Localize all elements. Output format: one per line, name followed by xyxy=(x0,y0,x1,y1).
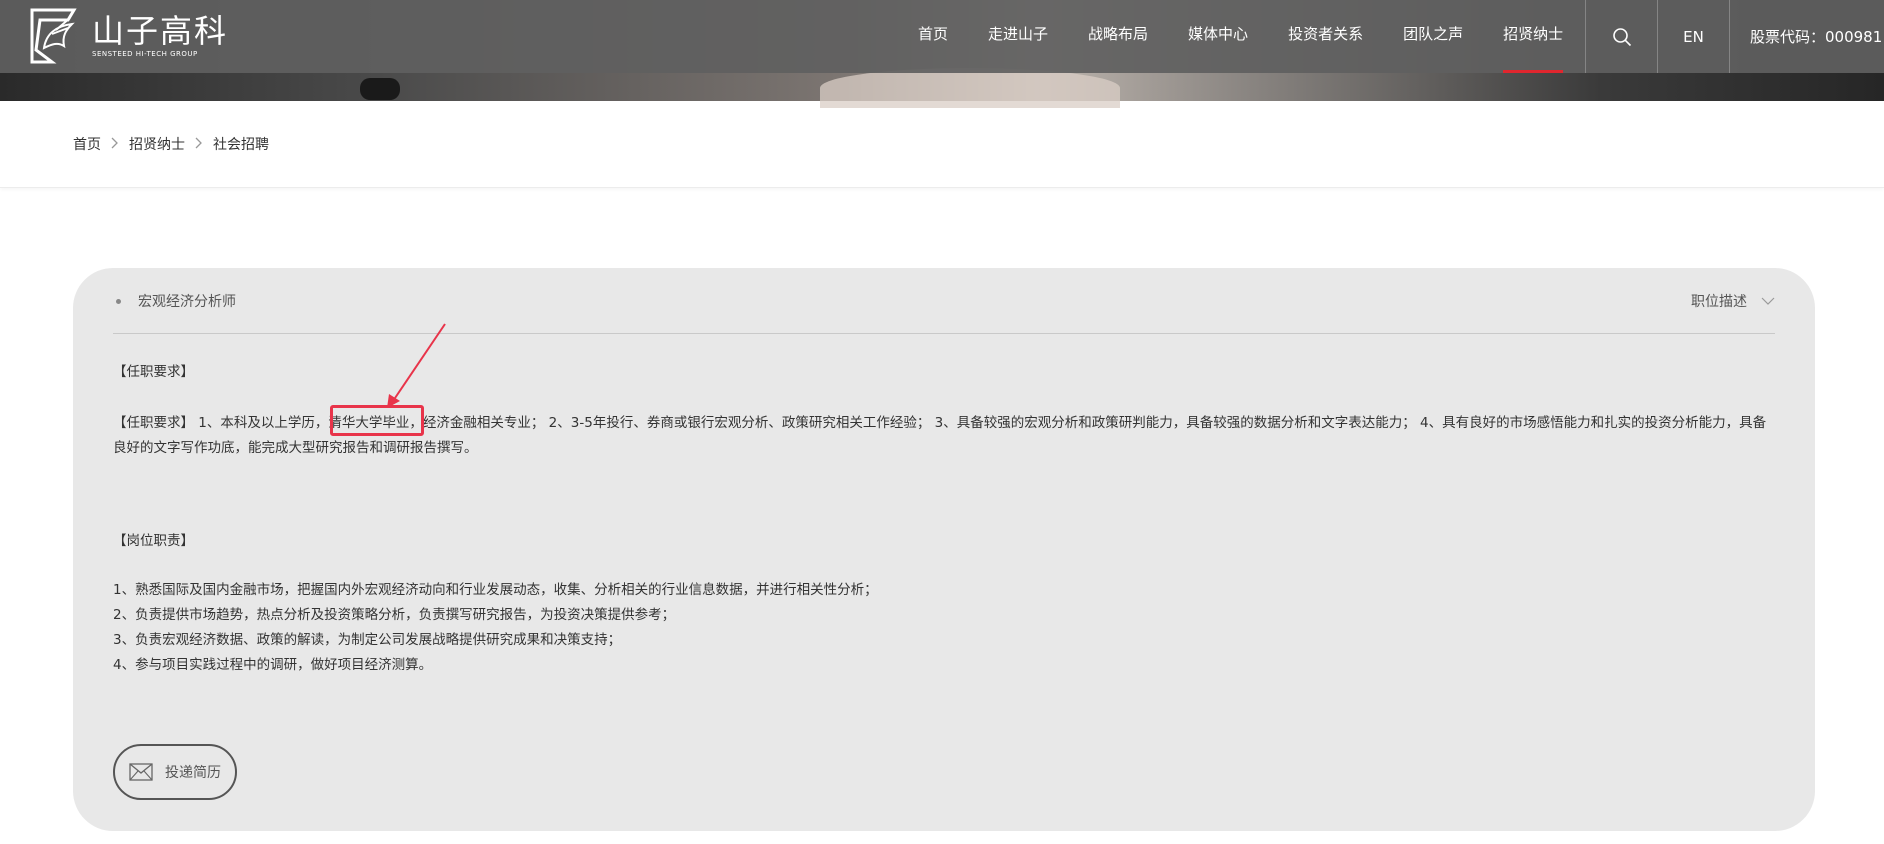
mail-icon xyxy=(129,763,153,781)
chevron-down-icon xyxy=(1761,297,1775,305)
job-title: 宏观经济分析师 xyxy=(138,294,236,310)
duty-item: 4、参与项目实践过程中的调研，做好项目经济测算。 xyxy=(113,657,433,673)
apply-resume-button[interactable]: 投递简历 xyxy=(113,744,237,800)
job-card: 宏观经济分析师 职位描述 【任职要求】 【任职要求】 1、本科及以上学历，清华大… xyxy=(73,268,1815,831)
breadcrumb-social-recruitment[interactable]: 社会招聘 xyxy=(213,134,269,154)
site-header: 山子高科 SENSTEED HI-TECH GROUP 首页 走进山子 战略布局… xyxy=(0,0,1884,73)
chevron-right-icon xyxy=(195,137,203,152)
hero-image-detail xyxy=(360,78,400,100)
nav-item-home[interactable]: 首页 xyxy=(918,0,948,73)
duty-item: 2、负责提供市场趋势，热点分析及投资策略分析，负责撰写研究报告，为投资决策提供参… xyxy=(113,607,676,623)
search-button[interactable] xyxy=(1585,0,1657,73)
duties-heading: 【岗位职责】 xyxy=(113,533,194,549)
requirements-heading: 【任职要求】 xyxy=(113,364,194,380)
toggle-label: 职位描述 xyxy=(1691,294,1747,310)
annotation-highlight-box xyxy=(330,405,424,436)
stock-code: 股票代码：000981 xyxy=(1729,0,1884,73)
search-icon xyxy=(1612,27,1631,46)
breadcrumb-bar: 首页 招贤纳士 社会招聘 xyxy=(0,101,1884,188)
main-nav: 首页 走进山子 战略布局 媒体中心 投资者关系 团队之声 招贤纳士 xyxy=(918,0,1603,73)
header-tools: EN 股票代码：000981 xyxy=(1585,0,1884,73)
requirements-lead: 【任职要求】 xyxy=(113,415,194,431)
requirements-pre: 1、本科及以上学历， xyxy=(194,415,329,431)
job-description-toggle[interactable]: 职位描述 xyxy=(1691,291,1775,311)
site-logo[interactable]: 山子高科 SENSTEED HI-TECH GROUP xyxy=(22,6,228,66)
nav-item-media[interactable]: 媒体中心 xyxy=(1188,0,1248,73)
breadcrumb-home[interactable]: 首页 xyxy=(73,134,101,154)
duty-item: 3、负责宏观经济数据、政策的解读，为制定公司发展战略提供研究成果和决策支持； xyxy=(113,632,622,648)
logo-subtitle: SENSTEED HI-TECH GROUP xyxy=(92,50,198,58)
logo-title: 山子高科 xyxy=(92,12,229,50)
nav-item-team[interactable]: 团队之声 xyxy=(1403,0,1463,73)
nav-item-investors[interactable]: 投资者关系 xyxy=(1288,0,1363,73)
bullet-dot xyxy=(116,299,121,304)
nav-item-careers[interactable]: 招贤纳士 xyxy=(1503,0,1564,73)
chevron-right-icon xyxy=(111,137,119,152)
language-switch[interactable]: EN xyxy=(1657,0,1729,73)
breadcrumb-careers[interactable]: 招贤纳士 xyxy=(129,134,185,154)
nav-item-strategy[interactable]: 战略布局 xyxy=(1088,0,1148,73)
nav-item-about[interactable]: 走进山子 xyxy=(988,0,1048,73)
breadcrumb: 首页 招贤纳士 社会招聘 xyxy=(73,134,269,154)
apply-label: 投递简历 xyxy=(165,765,221,781)
sensteed-logo-icon xyxy=(30,8,77,64)
duty-item: 1、熟悉国际及国内金融市场，把握国内外宏观经济动向和行业发展动态，收集、分析相关… xyxy=(113,582,878,598)
job-header[interactable]: 宏观经济分析师 职位描述 xyxy=(113,268,1775,334)
